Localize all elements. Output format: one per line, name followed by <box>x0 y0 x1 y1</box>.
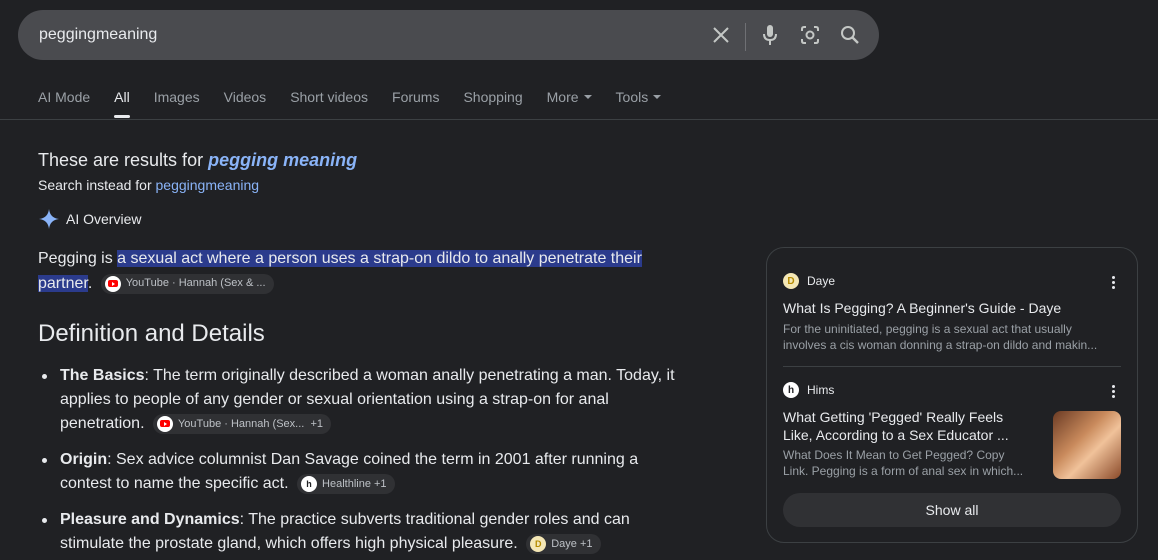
ai-overview-label: AI Overview <box>66 211 142 227</box>
source-chip-label: YouTube · Hannah (Sex & ... <box>125 277 266 289</box>
daye-icon: D <box>530 536 547 552</box>
bullet-term: Pleasure and Dynamics <box>60 511 240 528</box>
source-title-link[interactable]: Like, According to a Sex Educator ... <box>783 426 1009 444</box>
sources-card: D Daye What Is Pegging? A Beginner's Gui… <box>766 247 1138 543</box>
tab-label: AI Mode <box>38 89 91 105</box>
search-tabs: AI Mode All Images Videos Short videos F… <box>38 89 685 119</box>
tab-videos[interactable]: Videos <box>224 89 267 119</box>
hims-icon: h <box>783 382 799 398</box>
caret-down-icon <box>653 95 662 99</box>
search-bar[interactable]: peggingmeaning <box>18 10 879 60</box>
details-list: The Basics: The term originally describe… <box>42 364 680 560</box>
list-item: The Basics: The term originally describe… <box>42 364 680 436</box>
source-chip-count: +1 <box>374 478 387 490</box>
correction-prefix: These are results for <box>38 150 209 170</box>
tab-shopping[interactable]: Shopping <box>463 89 522 119</box>
tab-label: Images <box>153 89 200 105</box>
tab-more[interactable]: More <box>547 89 592 119</box>
tab-label: Forums <box>392 89 440 105</box>
youtube-icon <box>104 275 121 292</box>
section-heading: Definition and Details <box>38 320 265 347</box>
search-input[interactable]: peggingmeaning <box>39 26 157 44</box>
tab-label: Videos <box>223 89 267 105</box>
intro-lead: Pegging is <box>38 250 118 267</box>
show-all-button[interactable]: Show all <box>783 493 1121 527</box>
clear-icon[interactable] <box>709 23 733 47</box>
tab-label: Tools <box>615 89 649 105</box>
ai-overview-header: AI Overview <box>38 208 141 230</box>
source-row[interactable]: h Hims <box>783 382 834 398</box>
more-options-icon[interactable] <box>1111 275 1115 290</box>
source-name: Hims <box>807 383 835 397</box>
list-item: Pleasure and Dynamics: The practice subv… <box>42 508 680 556</box>
search-divider <box>745 23 746 51</box>
bullet-term: Origin <box>60 451 108 468</box>
more-options-icon[interactable] <box>1111 384 1115 399</box>
source-snippet: What Does It Mean to Get Pegged? Copy <box>783 448 1005 462</box>
tab-ai-mode[interactable]: AI Mode <box>38 89 90 119</box>
source-chip-count: +1 <box>579 538 593 550</box>
tab-forums[interactable]: Forums <box>392 89 439 119</box>
source-thumbnail[interactable] <box>1053 411 1121 479</box>
tab-label: Shopping <box>463 89 523 105</box>
source-chip-label: Healthline <box>322 478 371 490</box>
daye-icon: D <box>783 273 799 289</box>
source-title-link[interactable]: What Getting 'Pegged' Really Feels <box>783 408 1003 426</box>
microphone-icon[interactable] <box>758 23 782 47</box>
source-chip[interactable]: h Healthline +1 <box>297 474 395 494</box>
tab-short-videos[interactable]: Short videos <box>290 89 368 119</box>
intro-tail: . <box>87 275 93 292</box>
tab-label: Short videos <box>290 89 369 105</box>
source-chip-label: YouTube · Hannah (Sex... <box>177 417 305 430</box>
bullet-term: The Basics <box>60 367 145 384</box>
source-snippet: involves a cis woman donning a strap-on … <box>783 338 1098 352</box>
source-snippet: For the uninitiated, pegging is a sexual… <box>783 322 1072 336</box>
sparkle-icon <box>39 209 59 229</box>
tab-images[interactable]: Images <box>154 89 200 119</box>
healthline-icon: h <box>301 476 318 492</box>
tabs-divider <box>0 119 1158 120</box>
search-instead-prefix: Search instead for <box>38 177 156 193</box>
source-chip-label: Daye <box>551 538 577 550</box>
source-name: Daye <box>807 274 836 288</box>
lens-icon[interactable] <box>798 23 822 47</box>
youtube-icon <box>156 415 173 432</box>
spelling-correction: These are results for pegging meaning <box>38 150 357 171</box>
tab-label: More <box>546 89 579 105</box>
tab-all[interactable]: All <box>114 89 130 119</box>
original-query-link[interactable]: peggingmeaning <box>156 177 260 193</box>
card-divider <box>783 366 1121 367</box>
tab-label: All <box>114 89 130 105</box>
source-snippet: Link. Pegging is a form of anal sex in w… <box>783 464 1024 478</box>
corrected-query-link[interactable]: pegging meaning <box>208 150 357 170</box>
source-title-link[interactable]: What Is Pegging? A Beginner's Guide - Da… <box>783 299 1061 317</box>
tab-tools[interactable]: Tools <box>616 89 662 119</box>
source-chip[interactable]: D Daye +1 <box>526 534 601 554</box>
source-chip-count: +1 <box>310 417 324 430</box>
search-icon[interactable] <box>838 23 862 47</box>
source-chip[interactable]: YouTube · Hannah (Sex... +1 <box>152 413 332 434</box>
source-chip[interactable]: YouTube · Hannah (Sex & ... <box>100 273 274 294</box>
caret-down-icon <box>583 95 592 99</box>
source-row[interactable]: D Daye <box>783 273 835 289</box>
search-instead: Search instead for peggingmeaning <box>38 177 259 193</box>
ai-overview-intro: Pegging is a sexual act where a person u… <box>38 246 658 296</box>
list-item: Origin: Sex advice columnist Dan Savage … <box>42 448 680 496</box>
